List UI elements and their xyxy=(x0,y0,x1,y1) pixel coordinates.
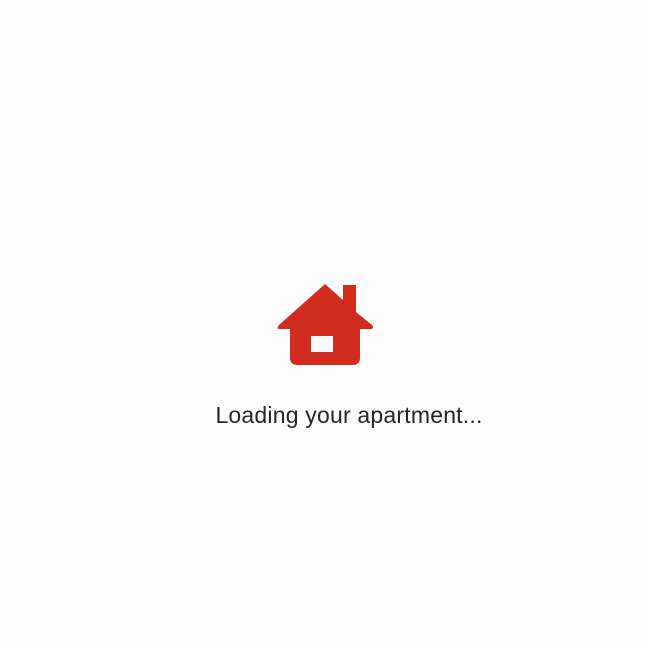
house-icon xyxy=(277,284,373,365)
house-icon-shape xyxy=(277,284,373,365)
loading-screen: Loading your apartment... xyxy=(0,0,648,648)
loading-message: Loading your apartment... xyxy=(215,402,483,428)
